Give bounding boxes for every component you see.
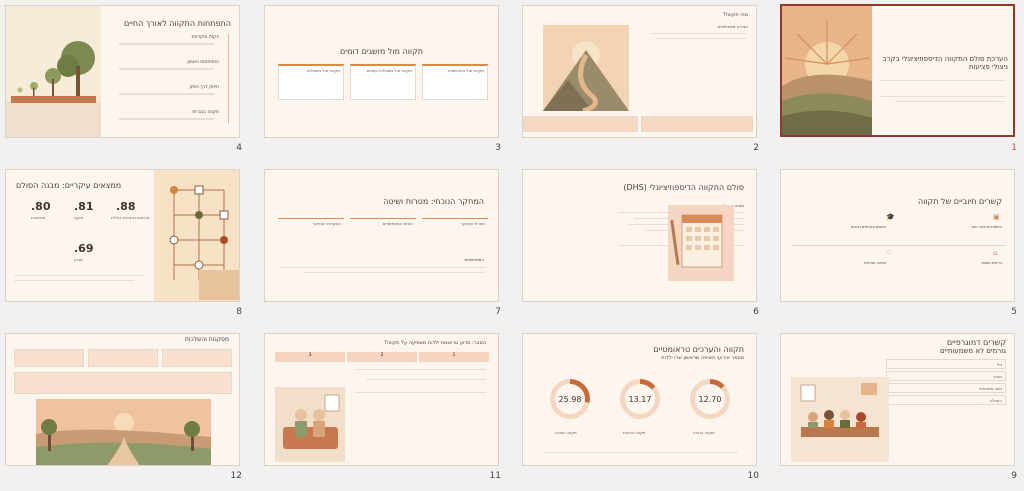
timeline-item: ינקות מוקדמת: [191, 35, 219, 40]
stat-value: .80: [31, 200, 51, 213]
conclusion-card: [14, 372, 232, 394]
slide-thumbnail-6[interactable]: סולם התקווה הדיספוזיציונלי (DHS) מבנה הש…: [522, 169, 757, 302]
stat-label: מהימנות: [31, 215, 46, 220]
stat-label: מהימנות פנימית כוללת: [111, 215, 150, 220]
slide-thumbnail-12[interactable]: מסקנות והשלכות: [5, 333, 240, 466]
slide-number: 8: [236, 307, 242, 317]
slide-thumbnail-11[interactable]: הסבר: מדוע טראומת ילדות משפיעה על תקווה?…: [264, 333, 499, 466]
definition-card: [641, 116, 753, 132]
calendar-desk-illustration: [668, 205, 734, 281]
timeline-item: תקווה בבגרות: [192, 110, 219, 115]
factor-item: גיל: [886, 359, 1006, 369]
conclusion-card: [162, 349, 232, 367]
section-heading: המשתתפים: [464, 257, 484, 262]
slide-subtitle: גורמים לא משמעותיים: [940, 347, 1006, 355]
slide-number: 10: [747, 471, 759, 481]
method-card: מטרת המחקר: [422, 218, 488, 248]
benefit-label: הישגים אקדמיים גבוהים: [850, 225, 886, 229]
stat-value: .69: [74, 242, 94, 255]
timeline-item: חיזוק דרך ניסיון: [189, 85, 219, 90]
benefit-label: בריאות נפשית: [981, 261, 1002, 265]
slide-number: 7: [495, 307, 501, 317]
timeline-item: התפתחות האמון: [187, 60, 219, 65]
slide-thumbnail-5[interactable]: קשרים חיוביים של תקווה 🎓 ▣ ♡ ⌂ הישגים אק…: [780, 169, 1015, 302]
slide-thumbnail-9[interactable]: קשרים דמוגרפיים גורמים לא משמעותיים גיל …: [780, 333, 1015, 466]
conclusion-card: [88, 349, 158, 367]
couple-sofa-illustration: [275, 387, 345, 462]
definition-card: [523, 116, 638, 132]
stat-label: תוקף: [74, 215, 84, 220]
slide-subtitle: הגדרה פסיכולוגית: [717, 24, 748, 29]
slide-thumbnail-7[interactable]: המחקר הנוכחי: מטרות ושיטה השערות המחקר ה…: [264, 169, 499, 302]
slide-number: 4: [236, 143, 242, 153]
donut-chart: 25.98: [550, 379, 590, 419]
slide-number: 6: [753, 307, 759, 317]
benefit-label: תמיכה חברתית: [863, 261, 886, 265]
method-card: הנחת המשתתפים: [350, 218, 416, 248]
donut-label: תקווה נמוכה: [555, 430, 577, 435]
slide-title: המחקר הנוכחי: מטרות ושיטה: [383, 197, 484, 206]
stat-label: מבחן: [74, 257, 83, 262]
slide-title: מהי תקווה?: [723, 12, 748, 18]
group-meeting-illustration: [791, 377, 889, 462]
slide-number: 9: [1011, 471, 1017, 481]
slide-thumbnail-4[interactable]: התפתחות התקווה לאורך החיים ינקות מוקדמת …: [5, 5, 240, 138]
slide-title: תקווה מול מושגים דומים: [339, 47, 424, 56]
slide-title: קשרים חיוביים של תקווה: [917, 197, 1002, 206]
slide-number: 1: [1011, 143, 1017, 153]
slide-thumbnail-3[interactable]: תקווה מול מושגים דומים תקווה מול משאלות …: [264, 5, 499, 138]
comparison-card: תקווה מול משאלות: [278, 64, 344, 100]
slide-subtitle: מספר אירועי חשיפה שראשון שרו ילדות: [661, 355, 744, 361]
people-icon: ⌂: [993, 249, 998, 257]
comparison-card: תקווה מול מסוגלות עצמית: [350, 64, 416, 100]
step-tab: 2: [347, 352, 417, 362]
slide-number: 3: [495, 143, 501, 153]
slide-title: מסקנות והשלכות: [184, 336, 229, 343]
briefcase-icon: ▣: [993, 213, 1000, 221]
benefit-label: התמודדות טובה יותר: [971, 225, 1002, 229]
slide-thumbnail-8[interactable]: ממצאים עיקריים: מבנה הסולם .80 מהימנות .…: [5, 169, 240, 302]
slide-number: 11: [489, 471, 501, 481]
slide-title: תקווה והערכים טראומטיים: [653, 345, 744, 354]
step-tab: 1: [419, 352, 489, 362]
slide-title: סולם התקווה הדיספוזיציונלי (DHS): [623, 183, 744, 192]
network-grid-illustration: [154, 170, 239, 301]
stat-value: .88: [116, 200, 136, 213]
slide-title: ממצאים עיקריים: מבנה הסולם: [16, 181, 122, 190]
slide-thumbnail-2[interactable]: מהי תקווה? הגדרה פסיכולוגית: [522, 5, 757, 138]
mountain-path-illustration: [543, 25, 629, 111]
donut-chart: 13.17: [620, 379, 660, 419]
graduation-cap-icon: 🎓: [886, 213, 895, 221]
slide-number: 5: [1011, 307, 1017, 317]
slide-number: 12: [230, 471, 242, 481]
sunset-hills-illustration: [782, 6, 872, 135]
conclusion-card: [14, 349, 84, 367]
heart-icon: ♡: [886, 249, 893, 257]
donut-label: תקווה גבוהה: [693, 430, 715, 435]
slide-number: 2: [753, 143, 759, 153]
comparison-card: תקווה מול אופטימיות: [422, 64, 488, 100]
factor-item: מצב משפחתי: [886, 383, 1006, 393]
factor-item: מגדר: [886, 371, 1006, 381]
donut-label: תקווה בינונית: [623, 430, 646, 435]
slide-title: הסבר: מדוע טראומת ילדות משפיעה על תקווה?: [384, 340, 486, 346]
method-card: השערות המחקר: [278, 218, 344, 248]
slide-title: התפתחות התקווה לאורך החיים: [123, 19, 231, 28]
step-tab: 3: [275, 352, 345, 362]
tree-growth-illustration: [6, 6, 101, 137]
slide-thumbnail-1-selected[interactable]: הערכת סולם התקווה הדיספוזיציונלי בקרב ני…: [780, 4, 1015, 137]
slide-title: הערכת סולם התקווה הדיספוזיציונלי בקרב ני…: [882, 55, 1008, 71]
slide-thumbnail-10[interactable]: תקווה והערכים טראומטיים מספר אירועי חשיפ…: [522, 333, 757, 466]
factor-item: השכלה: [886, 395, 1006, 405]
donut-chart: 12.70: [690, 379, 730, 419]
stat-value: .81: [74, 200, 94, 213]
landscape-river-illustration: [36, 399, 211, 465]
